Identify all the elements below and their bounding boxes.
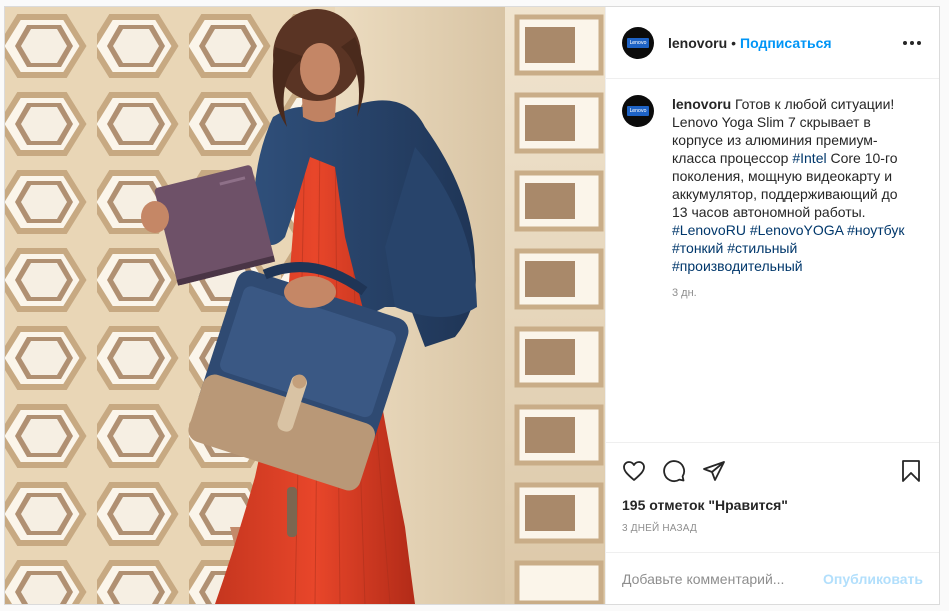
caption: Lenovo lenovoru Готов к любой ситуации! … xyxy=(622,95,923,275)
hashtag-intel[interactable]: #Intel xyxy=(792,150,826,166)
comment-bar: Опубликовать xyxy=(606,552,939,604)
post-photo[interactable] xyxy=(5,7,605,604)
more-icon[interactable] xyxy=(901,35,923,51)
post-side-panel: Lenovo lenovoru • Подписаться Lenovo len… xyxy=(605,7,939,604)
hashtag[interactable]: #LenovoYOGA xyxy=(750,222,843,238)
action-icons xyxy=(622,451,923,491)
post-header: Lenovo lenovoru • Подписаться xyxy=(606,7,939,79)
share-icon[interactable] xyxy=(702,459,726,483)
caption-area: Lenovo lenovoru Готов к любой ситуации! … xyxy=(606,79,939,442)
caption-text: lenovoru Готов к любой ситуации! Lenovo … xyxy=(672,95,908,275)
instagram-post: Lenovo lenovoru • Подписаться Lenovo len… xyxy=(4,6,940,605)
caption-avatar[interactable]: Lenovo xyxy=(622,95,654,127)
heart-icon[interactable] xyxy=(622,459,646,483)
hashtag[interactable]: #стильный xyxy=(727,240,797,256)
post-date[interactable]: 3 ДНЕЙ НАЗАД xyxy=(622,523,923,534)
comment-icon[interactable] xyxy=(662,459,686,483)
follow-button[interactable]: Подписаться xyxy=(740,35,832,51)
lenovo-logo-icon: Lenovo xyxy=(627,37,649,48)
publish-button[interactable]: Опубликовать xyxy=(823,571,923,587)
bookmark-icon[interactable] xyxy=(899,459,923,483)
separator-dot: • xyxy=(731,34,737,51)
avatar[interactable]: Lenovo xyxy=(622,26,654,59)
photo-illustration xyxy=(5,7,605,604)
lenovo-logo-icon: Lenovo xyxy=(627,106,649,116)
hashtag[interactable]: #тонкий xyxy=(672,240,723,256)
hashtag[interactable]: #LenovoRU xyxy=(672,222,746,238)
hashtag[interactable]: #ноутбук xyxy=(847,222,904,238)
header-username[interactable]: lenovoru xyxy=(668,35,727,51)
hashtag[interactable]: #производительный xyxy=(672,258,803,274)
caption-username[interactable]: lenovoru xyxy=(672,96,731,112)
caption-time[interactable]: 3 дн. xyxy=(672,287,923,299)
post-actions: 195 отметок "Нравится" 3 ДНЕЙ НАЗАД xyxy=(606,442,939,552)
avatar-logo-text: Lenovo xyxy=(629,39,647,46)
likes-count[interactable]: 195 отметок "Нравится" xyxy=(622,497,923,513)
comment-input[interactable] xyxy=(622,570,824,587)
caption-avatar-logo-text: Lenovo xyxy=(629,108,647,114)
